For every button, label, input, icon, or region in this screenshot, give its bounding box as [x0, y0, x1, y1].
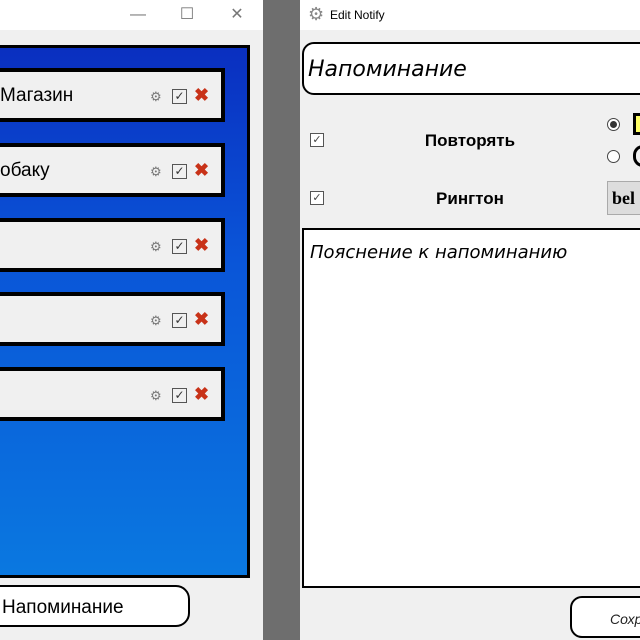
save-button[interactable]: Сохр	[570, 596, 640, 638]
reminder-title: Магазин	[0, 85, 74, 106]
reminder-item[interactable]: ⚙ ✓ ✖	[0, 218, 225, 272]
add-reminder-button[interactable]: Напоминание	[0, 585, 190, 627]
close-button[interactable]: ✕	[225, 4, 249, 26]
delete-icon[interactable]: ✖	[194, 160, 209, 181]
done-checkbox-icon[interactable]: ✓	[172, 239, 187, 254]
settings-icon[interactable]: ⚙	[150, 388, 162, 404]
delete-icon[interactable]: ✖	[194, 309, 209, 330]
interval-box[interactable]	[633, 113, 640, 135]
title-bar: — ☐ ✕	[0, 0, 263, 30]
interval-box-2[interactable]	[633, 145, 640, 167]
title-bar: Edit Notify	[300, 0, 640, 30]
maximize-button[interactable]: ☐	[175, 4, 199, 26]
description-textarea[interactable]: Пояснение к напоминанию	[302, 228, 640, 588]
repeat-checkbox[interactable]: ✓	[310, 133, 324, 147]
delete-icon[interactable]: ✖	[194, 235, 209, 256]
main-window: — ☐ ✕ Магазин ⚙ ✓ ✖ обаку ⚙ ✓ ✖ ⚙ ✓ ✖ ⚙ ✓…	[0, 0, 263, 640]
ringtone-checkbox[interactable]: ✓	[310, 191, 324, 205]
settings-icon[interactable]: ⚙	[150, 164, 162, 180]
reminder-item[interactable]: Магазин ⚙ ✓ ✖	[0, 68, 225, 122]
ringtone-select[interactable]: bel	[607, 181, 640, 215]
delete-icon[interactable]: ✖	[194, 85, 209, 106]
repeat-label: Повторять	[424, 131, 516, 150]
radio-option-1[interactable]	[607, 118, 620, 131]
reminder-item[interactable]: ⚙ ✓ ✖	[0, 292, 225, 346]
radio-option-2[interactable]	[607, 150, 620, 163]
minimize-button[interactable]: —	[126, 4, 150, 26]
delete-icon[interactable]: ✖	[194, 384, 209, 405]
settings-icon[interactable]: ⚙	[150, 89, 162, 105]
gear-icon: ⚙	[308, 4, 325, 24]
edit-notify-window: Edit Notify ⚙ Напоминание ✓ Повторять ✓ …	[300, 0, 640, 640]
reminder-item[interactable]: ⚙ ✓ ✖	[0, 367, 225, 421]
settings-icon[interactable]: ⚙	[150, 313, 162, 329]
ringtone-label: Рингтон	[436, 189, 504, 208]
window-title: Edit Notify	[330, 8, 385, 22]
done-checkbox-icon[interactable]: ✓	[172, 388, 187, 403]
reminder-title: обаку	[0, 160, 50, 181]
done-checkbox-icon[interactable]: ✓	[172, 164, 187, 179]
reminder-item[interactable]: обаку ⚙ ✓ ✖	[0, 143, 225, 197]
done-checkbox-icon[interactable]: ✓	[172, 313, 187, 328]
name-input[interactable]: Напоминание	[302, 42, 640, 95]
settings-icon[interactable]: ⚙	[150, 239, 162, 255]
done-checkbox-icon[interactable]: ✓	[172, 89, 187, 104]
